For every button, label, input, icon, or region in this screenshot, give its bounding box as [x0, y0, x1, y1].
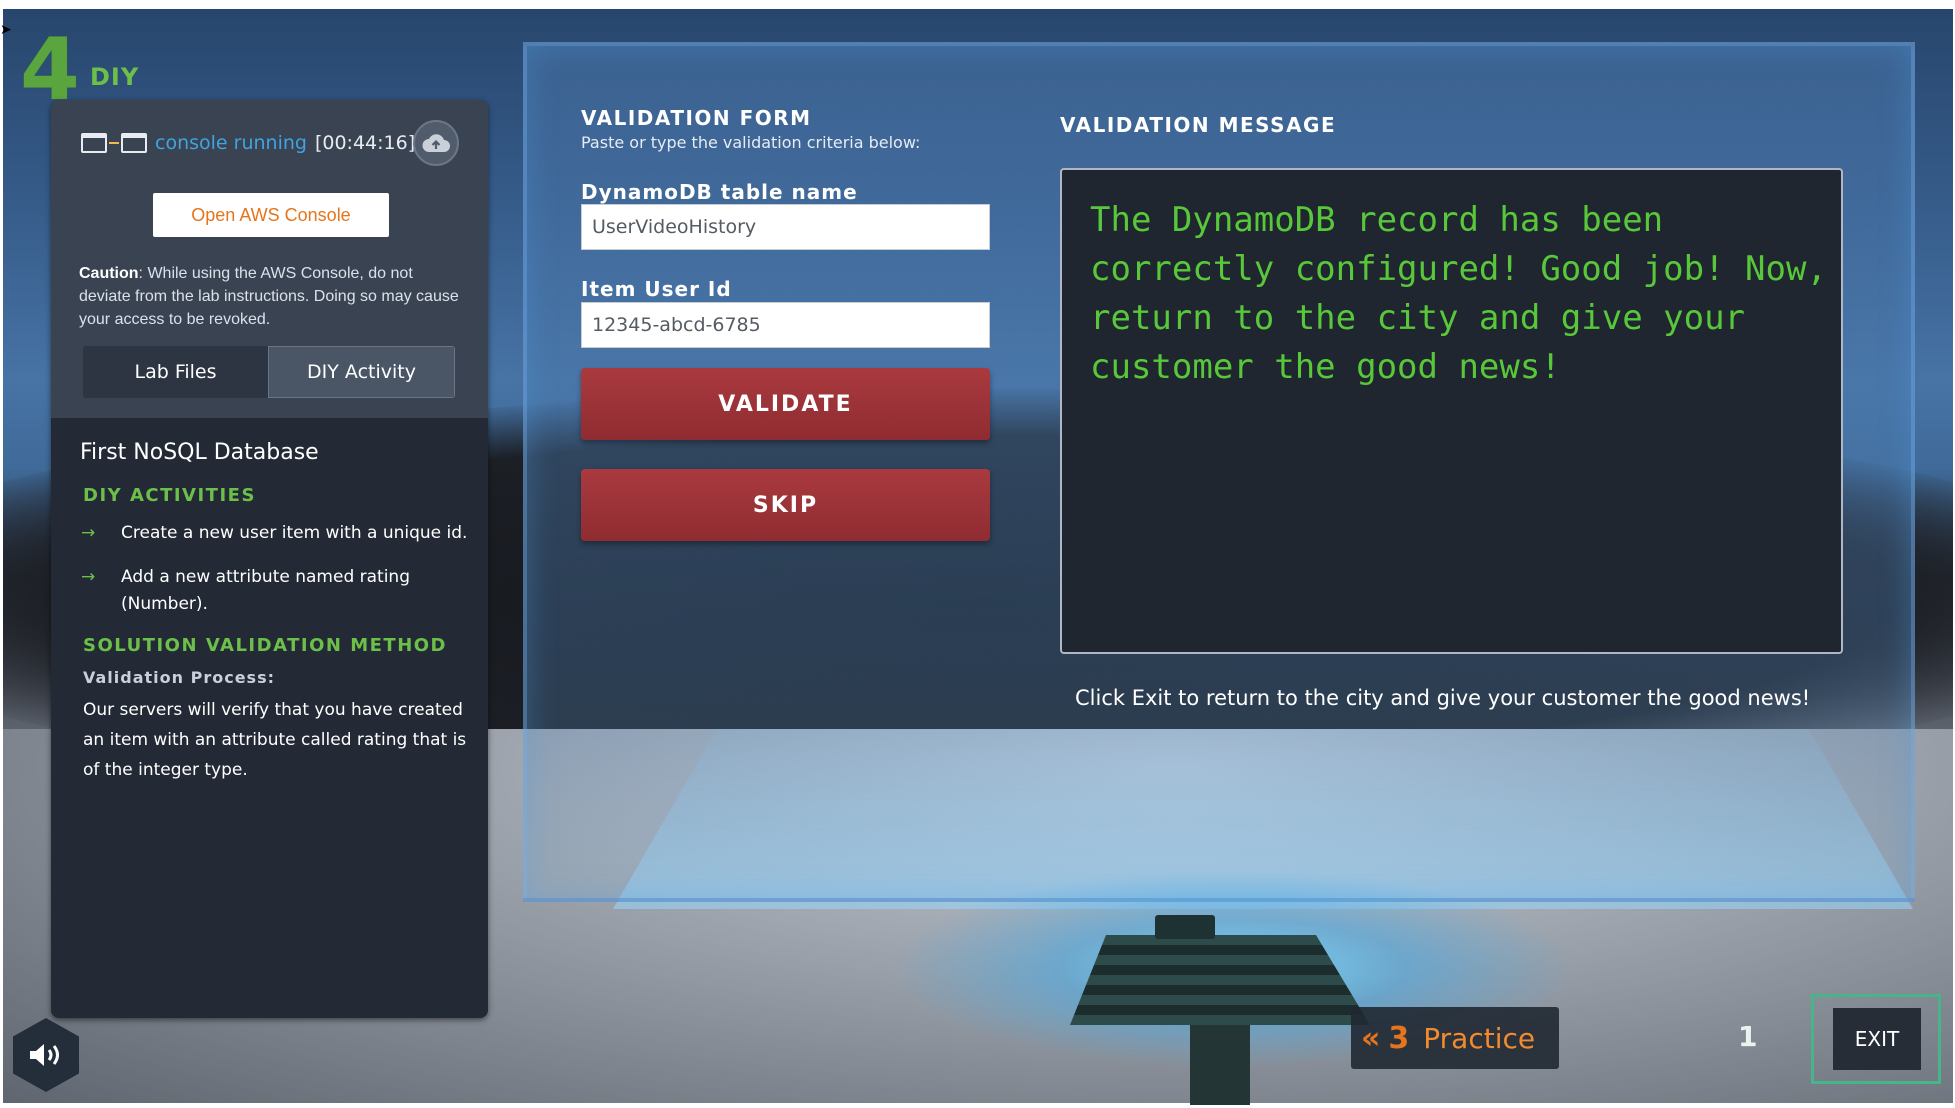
- table-name-input[interactable]: [581, 204, 990, 250]
- tab-diy-activity[interactable]: DIY Activity: [268, 346, 455, 398]
- practice-label: Practice: [1423, 1021, 1536, 1055]
- validation-form-title: VALIDATION FORM: [581, 106, 812, 130]
- validation-message-title: VALIDATION MESSAGE: [1060, 113, 1337, 137]
- table-name-label: DynamoDB table name: [581, 180, 858, 204]
- activity-text: Create a new user item with a unique id.: [121, 523, 468, 543]
- validate-button[interactable]: VALIDATE: [581, 368, 990, 440]
- skip-button[interactable]: SKIP: [581, 469, 990, 541]
- mouse-cursor-icon: ➤: [0, 22, 12, 38]
- validation-message-text: The DynamoDB record has been correctly c…: [1090, 200, 1827, 387]
- pedestal-cap: [1155, 915, 1215, 939]
- window-link-icon: [81, 133, 147, 153]
- cloud-upload-button[interactable]: [413, 120, 459, 166]
- item-user-id-input[interactable]: [581, 302, 990, 348]
- activity-content: First NoSQL Database DIY ACTIVITIES → Cr…: [80, 440, 471, 785]
- cloud-upload-icon: [422, 134, 450, 152]
- pedestal-leg: [1190, 1025, 1250, 1105]
- tab-lab-files[interactable]: Lab Files: [83, 346, 268, 398]
- double-chevron-left-icon: «: [1361, 1020, 1381, 1056]
- activity-title: First NoSQL Database: [80, 440, 319, 465]
- console-timer: [00:44:16]: [314, 132, 416, 154]
- open-aws-console-button[interactable]: Open AWS Console: [153, 193, 389, 237]
- caution-note: Caution: While using the AWS Console, do…: [79, 262, 467, 331]
- practice-nav-button[interactable]: « 3 Practice: [1351, 1007, 1559, 1069]
- validation-process-label: Validation Process:: [83, 668, 275, 687]
- activity-text: Add a new attribute named rating (Number…: [121, 567, 410, 614]
- validation-process-text: Our servers will verify that you have cr…: [83, 700, 467, 780]
- arrow-right-icon: →: [81, 567, 96, 587]
- item-user-id-label: Item User Id: [581, 277, 732, 301]
- arrow-right-icon: →: [81, 523, 96, 543]
- exit-button[interactable]: EXIT: [1833, 1008, 1921, 1070]
- practice-number: 3: [1388, 1020, 1410, 1056]
- notification-badge: 1: [1738, 1020, 1758, 1053]
- sidebar-tabs: Lab Files DIY Activity: [83, 346, 455, 398]
- validation-footer-note: Click Exit to return to the city and giv…: [1075, 686, 1811, 710]
- activities-heading: DIY ACTIVITIES: [83, 485, 256, 506]
- validation-form-subtitle: Paste or type the validation criteria be…: [581, 133, 921, 152]
- speaker-icon: [30, 1044, 59, 1066]
- console-status-text: console running: [155, 132, 307, 154]
- list-item: → Create a new user item with a unique i…: [81, 520, 471, 547]
- logo-label: DIY: [90, 63, 140, 91]
- console-status-row: console running [00:44:16]: [81, 128, 415, 158]
- validation-method-heading: SOLUTION VALIDATION METHOD: [83, 635, 448, 656]
- lab-sidebar: console running [00:44:16] Open AWS Cons…: [51, 100, 488, 1018]
- caution-label: Caution: [79, 265, 139, 282]
- list-item: → Add a new attribute named rating (Numb…: [81, 564, 471, 618]
- console-panel: console running [00:44:16] Open AWS Cons…: [51, 100, 488, 418]
- activity-list: → Create a new user item with a unique i…: [81, 520, 471, 618]
